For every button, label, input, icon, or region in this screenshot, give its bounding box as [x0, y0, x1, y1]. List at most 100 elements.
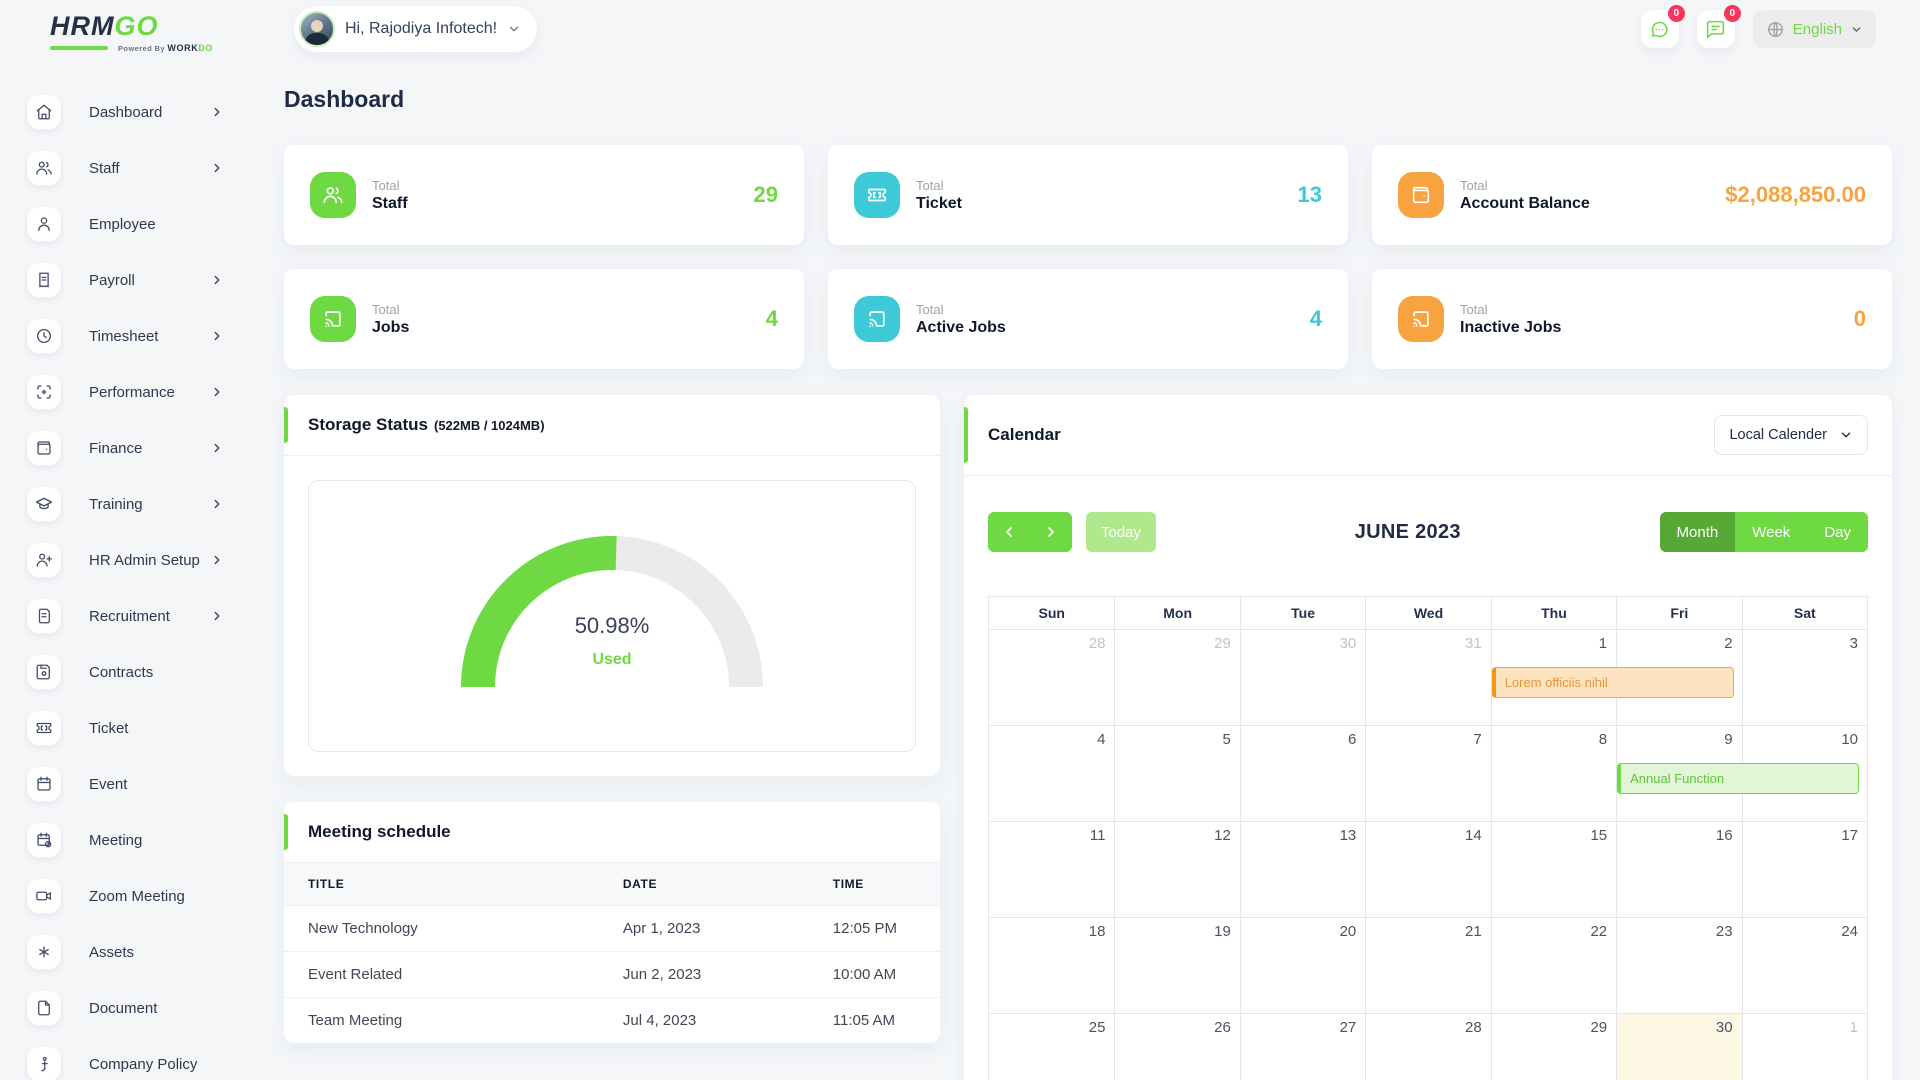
calendar-day-cell[interactable]: 27 [1240, 1014, 1365, 1080]
chevron-down-icon [507, 22, 521, 36]
sidebar-item-label: Ticket [89, 720, 260, 737]
calendar-clock-icon [35, 831, 53, 849]
chevron-right-icon [210, 441, 224, 455]
calendar-day-cell[interactable]: 6 [1240, 726, 1365, 821]
sidebar-item-timesheet[interactable]: Timesheet [27, 308, 260, 364]
notifications-button[interactable]: 0 [1697, 10, 1735, 48]
sidebar-item-dashboard[interactable]: Dashboard [27, 84, 260, 140]
calendar-day-cell[interactable]: 3 [1742, 630, 1867, 725]
clock-icon [27, 319, 61, 353]
calendar-type-value: Local Calender [1729, 427, 1827, 443]
sidebar-item-company-policy[interactable]: Company Policy [27, 1036, 260, 1080]
storage-gauge: 50.98% Used [308, 480, 916, 752]
calendar-day-cell[interactable]: 1 [1742, 1014, 1867, 1080]
sidebar-item-label: Training [89, 496, 210, 513]
stat-card-total-active-jobs: TotalActive Jobs4 [828, 269, 1348, 369]
calendar-day-cell[interactable]: 4 [989, 726, 1114, 821]
sidebar-item-training[interactable]: Training [27, 476, 260, 532]
calendar-day-cell[interactable]: 17 [1742, 822, 1867, 917]
sidebar-item-label: Employee [89, 216, 260, 233]
calendar-day-cell[interactable]: 28 [1365, 1014, 1490, 1080]
sidebar-item-staff[interactable]: Staff [27, 140, 260, 196]
calendar-day-cell[interactable]: 12 [1114, 822, 1239, 917]
save-icon [27, 655, 61, 689]
stat-label: Staff [372, 195, 408, 213]
language-selector[interactable]: English [1753, 10, 1876, 48]
sidebar-item-assets[interactable]: Assets [27, 924, 260, 980]
calendar-day-cell[interactable]: 8 [1491, 726, 1616, 821]
app-logo[interactable]: HRMGO Powered By WORKDO [0, 5, 260, 53]
calendar-day-cell[interactable]: 16 [1616, 822, 1741, 917]
stat-card-total-inactive-jobs: TotalInactive Jobs0 [1372, 269, 1892, 369]
user-menu[interactable]: Hi, Rajodiya Infotech! [294, 6, 537, 52]
users-icon [322, 184, 344, 206]
calendar-day-cell[interactable]: 15 [1491, 822, 1616, 917]
calendar-event[interactable]: Lorem officiis nihil [1492, 667, 1734, 698]
globe-icon [1766, 20, 1785, 39]
calendar-view-day-button[interactable]: Day [1807, 512, 1868, 552]
sidebar-item-payroll[interactable]: Payroll [27, 252, 260, 308]
sidebar-item-finance[interactable]: Finance [27, 420, 260, 476]
sidebar-item-event[interactable]: Event [27, 756, 260, 812]
home-icon [35, 103, 53, 121]
sidebar-item-recruitment[interactable]: Recruitment [27, 588, 260, 644]
calendar-prev-button[interactable] [988, 512, 1030, 552]
calendar-day-cell[interactable]: 31 [1365, 630, 1490, 725]
meeting-title: Event Related [284, 952, 599, 998]
calendar-day-cell[interactable]: 18 [989, 918, 1114, 1013]
meeting-panel-title: Meeting schedule [308, 822, 451, 842]
calendar-day-cell[interactable]: 30 [1616, 1014, 1741, 1080]
sidebar-item-contracts[interactable]: Contracts [27, 644, 260, 700]
calendar-day-cell[interactable]: 29 [1491, 1014, 1616, 1080]
calendar-day-cell[interactable]: 24 [1742, 918, 1867, 1013]
messages-button[interactable]: 0 [1641, 10, 1679, 48]
sidebar-item-performance[interactable]: Performance [27, 364, 260, 420]
calendar-day-cell[interactable]: 5 [1114, 726, 1239, 821]
calendar-type-select[interactable]: Local Calender [1714, 415, 1868, 455]
calendar-view-week-button[interactable]: Week [1735, 512, 1807, 552]
stat-label: Account Balance [1460, 195, 1590, 213]
users-icon [27, 151, 61, 185]
calendar-day-cell[interactable]: 11 [989, 822, 1114, 917]
calendar-day-cell[interactable]: 20 [1240, 918, 1365, 1013]
avatar [299, 11, 335, 47]
calendar-day-cell[interactable]: 13 [1240, 822, 1365, 917]
calendar-day-cell[interactable]: 19 [1114, 918, 1239, 1013]
sidebar-item-zoom-meeting[interactable]: Zoom Meeting [27, 868, 260, 924]
chevron-right-icon [210, 273, 224, 287]
video-icon [27, 879, 61, 913]
sidebar-nav: DashboardStaff Employee Payroll Timesheet Pe… [0, 58, 260, 1080]
wallet-icon [35, 439, 53, 457]
sidebar-item-label: Company Policy [89, 1056, 260, 1073]
stat-value: 29 [754, 182, 778, 208]
calendar-day-cell[interactable]: 23 [1616, 918, 1741, 1013]
video-icon [35, 887, 53, 905]
sidebar-item-ticket[interactable]: Ticket [27, 700, 260, 756]
calendar-day-cell[interactable]: 28 [989, 630, 1114, 725]
calendar-next-button[interactable] [1030, 512, 1072, 552]
resume-icon [35, 607, 53, 625]
sidebar-item-label: Recruitment [89, 608, 210, 625]
page-title: Dashboard [284, 86, 1892, 113]
sidebar-item-label: Contracts [89, 664, 260, 681]
calendar-day-cell[interactable]: 14 [1365, 822, 1490, 917]
calendar-day-cell[interactable]: 26 [1114, 1014, 1239, 1080]
calendar-event[interactable]: Annual Function [1617, 763, 1859, 794]
calendar-day-cell[interactable]: 21 [1365, 918, 1490, 1013]
graduation-cap-icon [27, 487, 61, 521]
sidebar-item-hr-admin-setup[interactable]: HR Admin Setup [27, 532, 260, 588]
calendar-day-cell[interactable]: 22 [1491, 918, 1616, 1013]
main-content: Dashboard TotalStaff29TotalTicket13Total… [260, 58, 1920, 1080]
sidebar-item-document[interactable]: Document [27, 980, 260, 1036]
calendar-day-cell[interactable]: 25 [989, 1014, 1114, 1080]
calendar-day-cell[interactable]: 7 [1365, 726, 1490, 821]
calendar-day-cell[interactable]: 30 [1240, 630, 1365, 725]
calendar-day-cell[interactable]: 29 [1114, 630, 1239, 725]
sidebar-item-label: Timesheet [89, 328, 210, 345]
sidebar-item-employee[interactable]: Employee [27, 196, 260, 252]
powered-by-text: Powered By [118, 44, 165, 53]
calendar-today-button[interactable]: Today [1086, 512, 1156, 552]
calendar-view-month-button[interactable]: Month [1660, 512, 1736, 552]
sidebar-item-meeting[interactable]: Meeting [27, 812, 260, 868]
powered-brand: WORK [167, 43, 198, 53]
